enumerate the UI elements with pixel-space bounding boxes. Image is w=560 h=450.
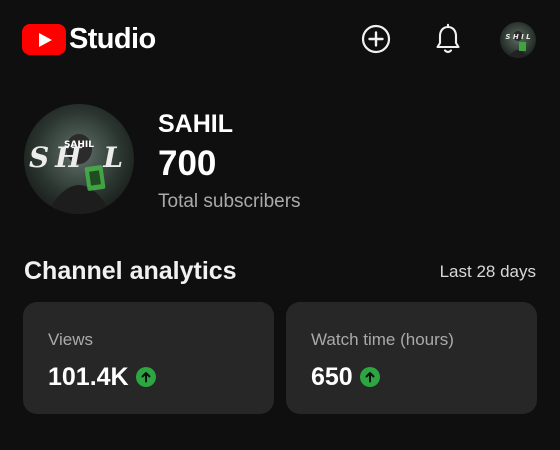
top-app-bar: Studio S H I L [0, 0, 560, 80]
channel-name: SAHIL [158, 110, 233, 138]
trend-up-icon [135, 367, 156, 387]
views-value-row: 101.4K [48, 362, 156, 392]
views-value: 101.4K [48, 363, 129, 391]
watch-time-value-row: 650 [311, 362, 380, 392]
channel-avatar[interactable]: SH L SAHIL [24, 104, 134, 214]
notifications-button[interactable] [429, 20, 467, 58]
svg-text:S H I L: S H I L [505, 33, 530, 41]
brand-text: Studio [69, 23, 156, 55]
account-avatar-image: S H I L [500, 22, 536, 58]
analytics-title: Channel analytics [24, 257, 237, 285]
trend-up-icon [359, 367, 380, 387]
avatar-text: SAHIL [64, 140, 94, 150]
subscriber-label: Total subscribers [158, 191, 301, 212]
add-circle-icon [361, 24, 391, 54]
subscriber-count: 700 [158, 144, 217, 183]
bell-icon [436, 23, 460, 54]
youtube-play-icon [22, 24, 66, 55]
studio-app: Studio S H I L SH L SAHIL SAHIL 700 Tota… [0, 0, 560, 450]
channel-avatar-image: SH L SAHIL [24, 104, 134, 214]
views-label: Views [48, 330, 94, 349]
channel-summary: SH L SAHIL SAHIL 700 Total subscribers [0, 100, 560, 220]
create-button[interactable] [357, 20, 395, 58]
watch-time-value: 650 [311, 363, 353, 391]
analytics-range[interactable]: Last 28 days [440, 262, 536, 282]
views-card[interactable]: Views 101.4K [23, 302, 274, 414]
youtube-studio-logo[interactable]: Studio [22, 24, 156, 55]
account-avatar[interactable]: S H I L [500, 22, 536, 58]
watch-time-label: Watch time (hours) [311, 330, 454, 349]
watch-time-card[interactable]: Watch time (hours) 650 [286, 302, 537, 414]
